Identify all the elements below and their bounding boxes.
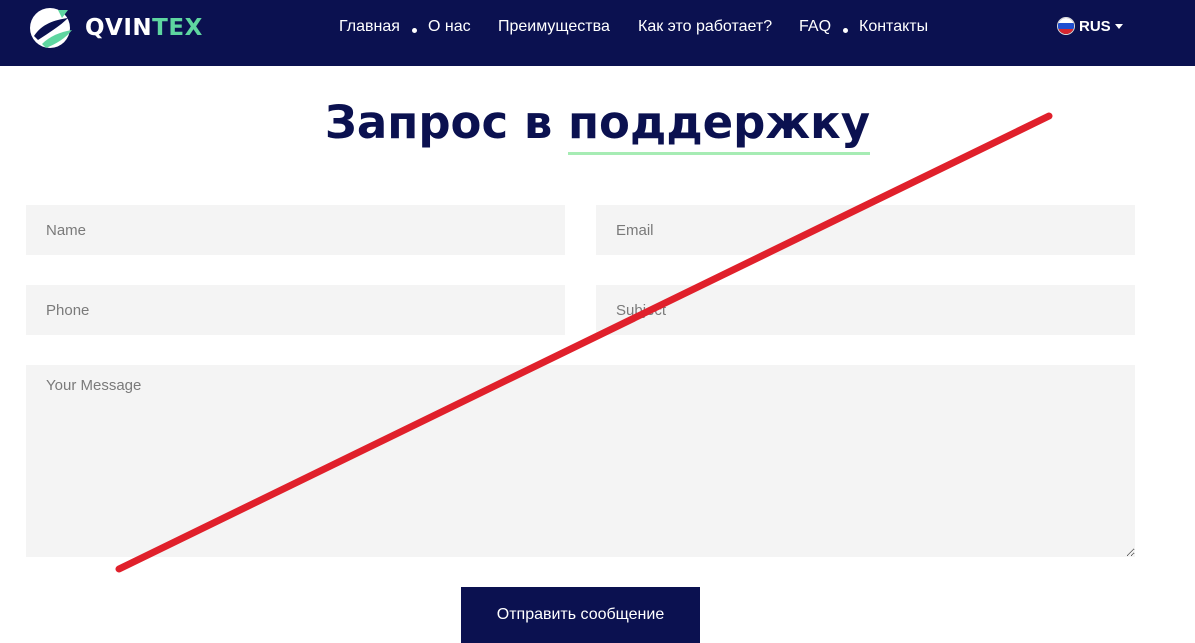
- logo-text-accent: TEX: [152, 15, 203, 41]
- logo-text-main: QVIN: [85, 15, 153, 41]
- nav-item-about[interactable]: О нас: [428, 18, 471, 36]
- submit-button[interactable]: Отправить сообщение: [461, 587, 700, 643]
- name-input[interactable]: [26, 205, 565, 255]
- language-label: RUS: [1079, 17, 1111, 35]
- nav-item-faq[interactable]: FAQ: [799, 18, 831, 36]
- page-title: Запрос в поддержку: [0, 96, 1195, 155]
- nav-item-home[interactable]: Главная: [339, 18, 400, 36]
- nav-item-how-it-works[interactable]: Как это работает?: [638, 18, 772, 36]
- logo-text: QVINTEX: [85, 15, 203, 41]
- nav-item-contacts[interactable]: Контакты: [859, 18, 928, 36]
- phone-input[interactable]: [26, 285, 565, 335]
- language-selector[interactable]: RUS: [1057, 17, 1123, 35]
- email-input[interactable]: [596, 205, 1135, 255]
- nav-separator-dot: [843, 28, 848, 33]
- navbar: QVINTEX Главная О нас Преимущества Как э…: [0, 0, 1195, 66]
- page-title-text: Запрос в: [324, 96, 568, 149]
- logo-icon: [30, 8, 72, 48]
- message-textarea[interactable]: [26, 365, 1135, 557]
- nav-separator-dot: [412, 28, 417, 33]
- russia-flag-icon: [1057, 17, 1075, 35]
- page-title-highlight: поддержку: [567, 96, 871, 155]
- subject-input[interactable]: [596, 285, 1135, 335]
- nav-item-advantages[interactable]: Преимущества: [498, 18, 610, 36]
- logo[interactable]: QVINTEX: [28, 6, 203, 50]
- chevron-down-icon: [1114, 23, 1123, 29]
